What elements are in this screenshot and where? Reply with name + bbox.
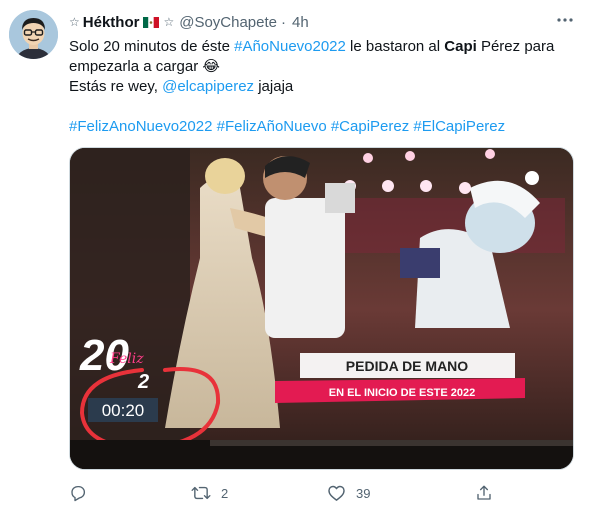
text-span: Solo 20 minutos de éste	[69, 38, 235, 55]
tweet-text: Solo 20 minutos de éste #AñoNuevo2022 le…	[69, 37, 574, 137]
avatar-image	[9, 10, 58, 59]
text-span: Estás re wey,	[69, 78, 163, 95]
avatar[interactable]	[9, 10, 58, 59]
tweet-timestamp[interactable]: 4h	[292, 14, 309, 31]
more-icon	[557, 18, 573, 22]
tweet-line-2: empezarla a cargar 😂	[69, 57, 574, 77]
text-span: Pérez para	[476, 38, 555, 55]
like-button[interactable]: 39	[327, 482, 431, 504]
share-button[interactable]	[475, 482, 493, 504]
hashtag-link[interactable]: #FelizAñoNuevo	[217, 118, 327, 135]
hashtag-line: #FelizAnoNuevo2022 #FelizAñoNuevo #CapiP…	[69, 117, 574, 137]
hashtag-link[interactable]: #ElCapiPerez	[413, 118, 505, 135]
reply-icon	[71, 485, 86, 502]
retweet-count: 2	[221, 485, 229, 501]
text-span: jajaja	[254, 78, 294, 95]
banner-subtitle: EN EL INICIO DE ESTE 2022	[329, 387, 476, 399]
heart-icon	[328, 485, 345, 501]
video-frame: 20 Feliz 2 PEDIDA DE MANO EN EL INICIO D…	[70, 148, 573, 469]
author-handle[interactable]: @SoyChapete	[179, 14, 277, 31]
tweet-media[interactable]: 20 Feliz 2 PEDIDA DE MANO EN EL INICIO D…	[69, 147, 574, 470]
tweet-line-3: Estás re wey, @elcapiperez jajaja	[69, 77, 574, 97]
tv-bezel	[210, 440, 573, 446]
share-icon	[477, 485, 491, 500]
star-icon: ☆	[163, 15, 175, 29]
retweet-button[interactable]: 2	[191, 482, 295, 504]
mexico-flag-icon	[143, 16, 160, 28]
separator-dot: ·	[281, 13, 287, 31]
mention-link[interactable]: @elcapiperez	[162, 78, 254, 95]
tweet-line-1: Solo 20 minutos de éste #AñoNuevo2022 le…	[69, 37, 574, 57]
hashtag-link[interactable]: #FelizAnoNuevo2022	[69, 118, 212, 135]
lower-third-banner: PEDIDA DE MANO EN EL INICIO DE ESTE 2022	[275, 353, 525, 403]
retweet-icon	[191, 486, 211, 500]
hashtag-link[interactable]: #CapiPerez	[331, 118, 409, 135]
hashtag-link[interactable]: #AñoNuevo2022	[234, 38, 346, 55]
reply-button[interactable]	[69, 482, 157, 504]
text-span: le bastaron al	[345, 38, 445, 55]
bold-text: Capi	[444, 38, 477, 55]
banner-title: PEDIDA DE MANO	[346, 358, 468, 374]
logo-script: Feliz	[109, 351, 144, 367]
tweet-actions: 2 39	[69, 482, 509, 504]
star-icon: ☆	[69, 15, 80, 29]
more-options-button[interactable]	[555, 10, 575, 30]
timer-text: 00:20	[102, 401, 145, 420]
author-name[interactable]: Hékthor	[83, 14, 140, 31]
tweet-header: ☆ Hékthor ☆ @SoyChapete · 4h	[69, 12, 571, 32]
text-span: empezarla a cargar	[69, 58, 203, 75]
like-count: 39	[356, 485, 371, 501]
laughing-emoji: 😂	[202, 58, 220, 75]
logo-sub: 2	[137, 371, 149, 393]
